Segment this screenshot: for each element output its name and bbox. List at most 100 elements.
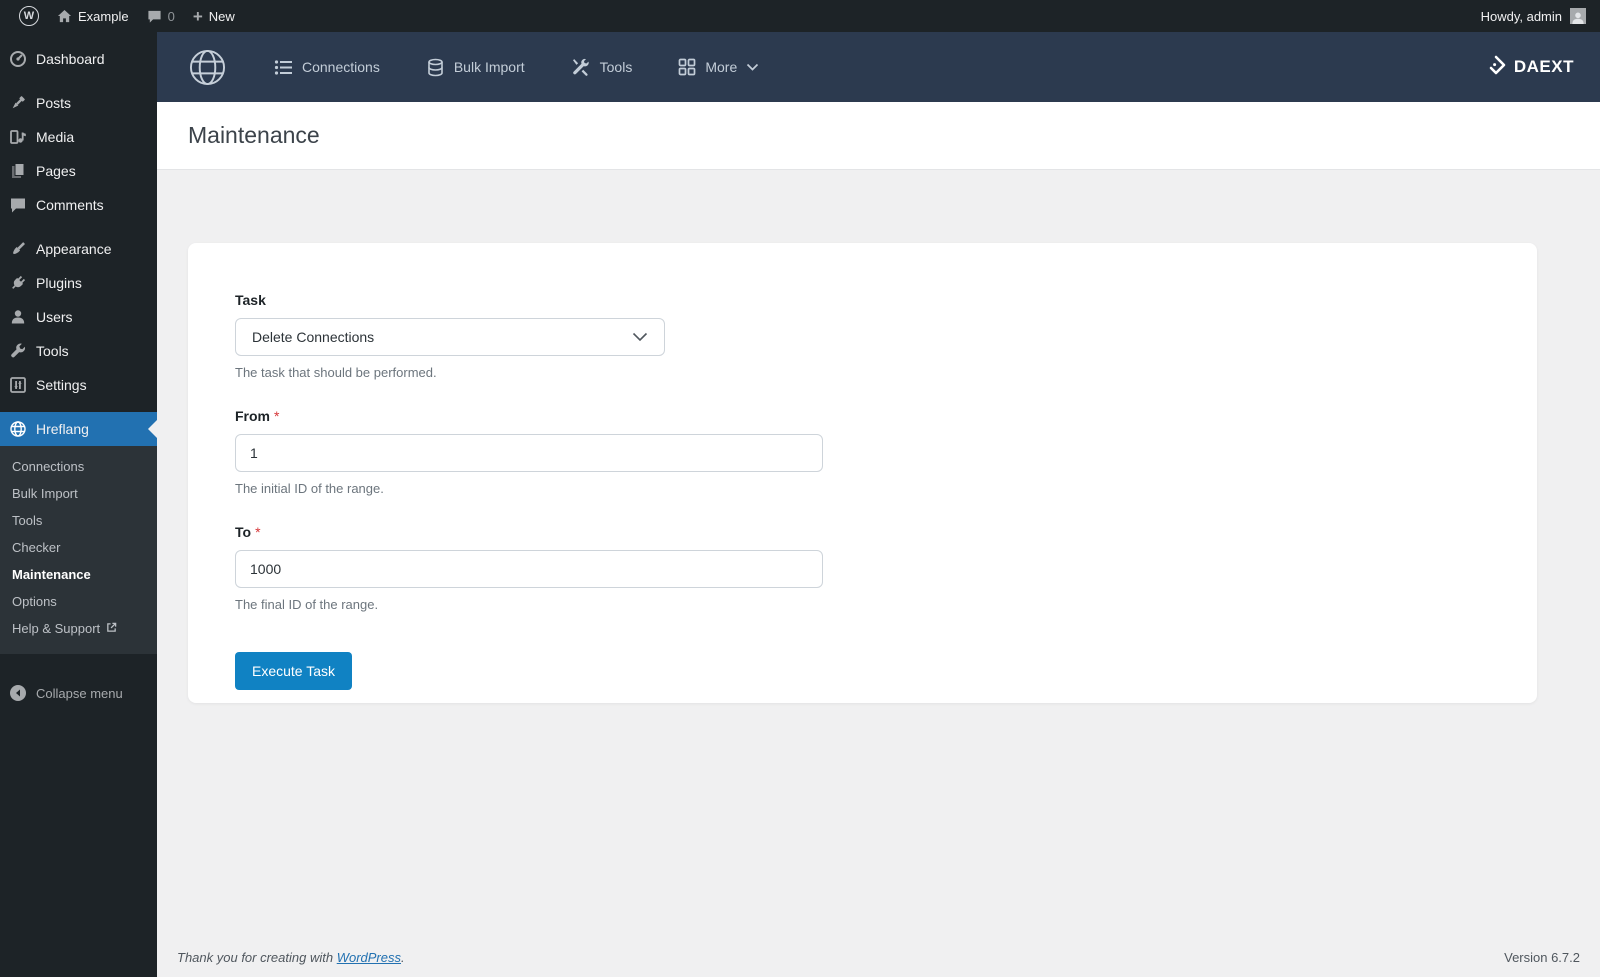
sidebar-item-settings[interactable]: Settings bbox=[0, 368, 157, 402]
sidebar-item-posts[interactable]: Posts bbox=[0, 86, 157, 120]
plugin-nav-label: Connections bbox=[302, 59, 380, 75]
submenu-item-options[interactable]: Options bbox=[0, 588, 157, 615]
plugin-nav-more[interactable]: More bbox=[678, 58, 759, 76]
plus-icon: + bbox=[193, 8, 203, 25]
task-select[interactable]: Delete Connections bbox=[235, 318, 665, 356]
daext-brand-label: DAEXT bbox=[1514, 57, 1574, 77]
sidebar-item-label: Hreflang bbox=[36, 421, 89, 437]
daext-brand: DAEXT bbox=[1486, 55, 1574, 80]
submenu-label: Bulk Import bbox=[12, 486, 78, 501]
to-label: To * bbox=[235, 524, 1537, 540]
sidebar-item-label: Settings bbox=[36, 377, 87, 393]
submenu-label: Connections bbox=[12, 459, 84, 474]
page-title: Maintenance bbox=[188, 122, 320, 149]
sidebar-item-hreflang[interactable]: Hreflang bbox=[0, 412, 157, 446]
sidebar-item-label: Appearance bbox=[36, 241, 112, 257]
new-content-menu[interactable]: + New bbox=[184, 0, 244, 32]
plugin-nav-bulk-import[interactable]: Bulk Import bbox=[426, 58, 525, 77]
admin-sidebar: Dashboard Posts Media Pages Comments bbox=[0, 32, 157, 977]
admin-footer: Thank you for creating with WordPress. V… bbox=[177, 950, 1580, 965]
task-select-value: Delete Connections bbox=[252, 329, 374, 345]
plugin-nav-tools[interactable]: Tools bbox=[571, 57, 633, 77]
list-icon bbox=[274, 58, 293, 77]
submenu-item-help-support[interactable]: Help & Support bbox=[0, 615, 157, 642]
task-label: Task bbox=[235, 292, 1537, 308]
settings-sliders-icon bbox=[8, 376, 28, 394]
external-link-icon bbox=[106, 621, 117, 636]
wordpress-logo-icon: W bbox=[19, 6, 39, 26]
sidebar-item-label: Users bbox=[36, 309, 73, 325]
from-input[interactable] bbox=[235, 434, 823, 472]
submenu-label: Checker bbox=[12, 540, 60, 555]
to-input[interactable] bbox=[235, 550, 823, 588]
site-name-label: Example bbox=[78, 9, 129, 24]
page-title-bar: Maintenance bbox=[157, 102, 1600, 170]
tools-crossed-icon bbox=[571, 57, 591, 77]
sidebar-item-users[interactable]: Users bbox=[0, 300, 157, 334]
task-help-text: The task that should be performed. bbox=[235, 365, 1537, 380]
avatar[interactable] bbox=[1570, 8, 1586, 24]
sidebar-item-label: Dashboard bbox=[36, 51, 105, 67]
execute-task-button[interactable]: Execute Task bbox=[235, 652, 352, 690]
sidebar-item-dashboard[interactable]: Dashboard bbox=[0, 42, 157, 76]
sidebar-item-label: Tools bbox=[36, 343, 69, 359]
required-asterisk: * bbox=[274, 408, 279, 424]
sidebar-item-label: Posts bbox=[36, 95, 71, 111]
collapse-menu-button[interactable]: Collapse menu bbox=[0, 676, 157, 710]
submenu-label: Maintenance bbox=[12, 567, 91, 582]
dashboard-icon bbox=[8, 50, 28, 68]
home-icon bbox=[57, 9, 72, 24]
collapse-menu-label: Collapse menu bbox=[36, 686, 123, 701]
sidebar-item-label: Plugins bbox=[36, 275, 82, 291]
sidebar-item-tools[interactable]: Tools bbox=[0, 334, 157, 368]
plugin-nav-connections[interactable]: Connections bbox=[274, 58, 380, 77]
plugin-nav-label: Bulk Import bbox=[454, 59, 525, 75]
version-text: Version 6.7.2 bbox=[1504, 950, 1580, 965]
plugin-nav-label: Tools bbox=[600, 59, 633, 75]
user-icon bbox=[8, 308, 28, 326]
plugin-nav-bar: Connections Bulk Import Tools More bbox=[157, 32, 1600, 102]
pages-icon bbox=[8, 162, 28, 180]
submenu-label: Options bbox=[12, 594, 57, 609]
sidebar-item-appearance[interactable]: Appearance bbox=[0, 232, 157, 266]
submenu-item-checker[interactable]: Checker bbox=[0, 534, 157, 561]
plugin-globe-icon bbox=[189, 49, 226, 86]
sidebar-item-comments[interactable]: Comments bbox=[0, 188, 157, 222]
database-icon bbox=[426, 58, 445, 77]
submenu-item-connections[interactable]: Connections bbox=[0, 453, 157, 480]
comments-admin-link[interactable]: 0 bbox=[138, 0, 184, 32]
from-help-text: The initial ID of the range. bbox=[235, 481, 1537, 496]
wordpress-logo-menu[interactable]: W bbox=[10, 0, 48, 32]
howdy-admin-link[interactable]: Howdy, admin bbox=[1481, 9, 1562, 24]
comment-bubble-icon bbox=[147, 9, 162, 24]
sidebar-item-plugins[interactable]: Plugins bbox=[0, 266, 157, 300]
new-label: New bbox=[209, 9, 235, 24]
paintbrush-icon bbox=[8, 240, 28, 258]
to-help-text: The final ID of the range. bbox=[235, 597, 1537, 612]
site-name-link[interactable]: Example bbox=[48, 0, 138, 32]
submenu-label: Tools bbox=[12, 513, 42, 528]
sidebar-item-media[interactable]: Media bbox=[0, 120, 157, 154]
select-chevron-icon bbox=[632, 332, 648, 342]
daext-logo-icon bbox=[1486, 55, 1506, 80]
hreflang-submenu: Connections Bulk Import Tools Checker Ma… bbox=[0, 446, 157, 654]
required-asterisk: * bbox=[255, 524, 260, 540]
maintenance-form-card: Task Delete Connections The task that sh… bbox=[188, 243, 1537, 703]
comment-count: 0 bbox=[168, 9, 175, 24]
submenu-item-tools[interactable]: Tools bbox=[0, 507, 157, 534]
submenu-item-maintenance[interactable]: Maintenance bbox=[0, 561, 157, 588]
from-form-group: From * The initial ID of the range. bbox=[235, 408, 1537, 496]
to-form-group: To * The final ID of the range. bbox=[235, 524, 1537, 612]
task-form-group: Task Delete Connections The task that sh… bbox=[235, 292, 1537, 380]
admin-bar: W Example 0 + New Howdy, admin bbox=[0, 0, 1600, 32]
plugin-nav-label: More bbox=[705, 59, 737, 75]
content-area: Task Delete Connections The task that sh… bbox=[157, 170, 1600, 977]
pushpin-icon bbox=[8, 94, 28, 112]
globe-icon bbox=[8, 420, 28, 438]
plugin-icon bbox=[8, 274, 28, 292]
grid-icon bbox=[678, 58, 696, 76]
sidebar-item-pages[interactable]: Pages bbox=[0, 154, 157, 188]
wordpress-link[interactable]: WordPress bbox=[337, 950, 401, 965]
sidebar-item-label: Media bbox=[36, 129, 74, 145]
submenu-item-bulk-import[interactable]: Bulk Import bbox=[0, 480, 157, 507]
